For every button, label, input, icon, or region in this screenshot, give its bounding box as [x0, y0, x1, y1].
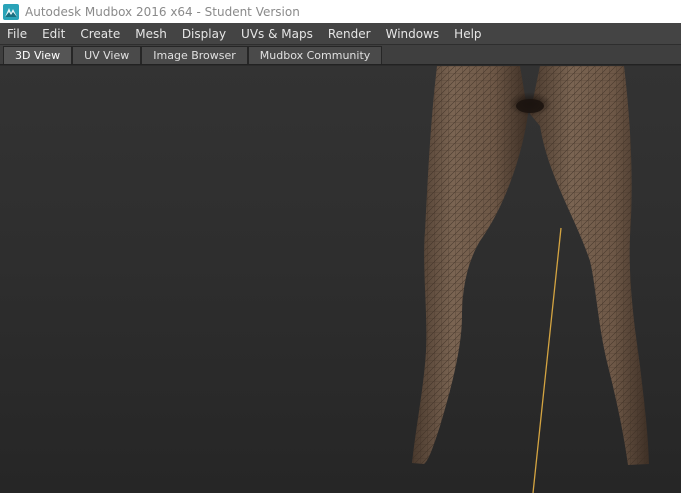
3d-viewport[interactable]	[0, 66, 681, 493]
menu-display[interactable]: Display	[174, 27, 233, 41]
tab-3d-view[interactable]: 3D View	[3, 46, 73, 64]
menu-bar: File Edit Create Mesh Display UVs & Maps…	[0, 23, 681, 45]
window-title: Autodesk Mudbox 2016 x64 - Student Versi…	[25, 4, 300, 19]
menu-edit[interactable]: Edit	[34, 27, 72, 41]
menu-uvs-maps[interactable]: UVs & Maps	[233, 27, 320, 41]
menu-help[interactable]: Help	[446, 27, 488, 41]
tab-image-browser[interactable]: Image Browser	[141, 46, 248, 64]
menu-file[interactable]: File	[0, 27, 34, 41]
menu-mesh[interactable]: Mesh	[127, 27, 174, 41]
tab-uv-view[interactable]: UV View	[72, 46, 142, 64]
menu-render[interactable]: Render	[320, 27, 378, 41]
view-tab-bar: 3D View UV View Image Browser Mudbox Com…	[0, 45, 681, 65]
menu-windows[interactable]: Windows	[378, 27, 447, 41]
menu-create[interactable]: Create	[72, 27, 127, 41]
title-bar: Autodesk Mudbox 2016 x64 - Student Versi…	[0, 0, 681, 23]
axis-guide-line	[532, 227, 562, 493]
mudbox-logo-icon	[3, 3, 19, 20]
mesh-legs-model[interactable]	[0, 66, 681, 493]
tab-mudbox-community[interactable]: Mudbox Community	[247, 46, 383, 64]
